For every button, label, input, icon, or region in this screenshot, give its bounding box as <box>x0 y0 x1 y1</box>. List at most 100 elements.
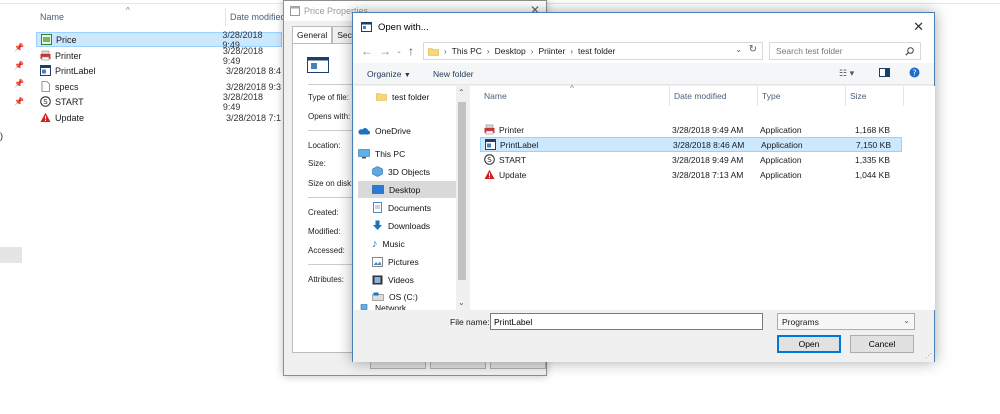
breadcrumb-test-folder[interactable]: test folder <box>578 46 615 56</box>
scroll-down-icon[interactable]: ⌄ <box>458 298 465 307</box>
printer-app-icon <box>40 50 51 61</box>
breadcrumb-desktop[interactable]: Desktop <box>495 46 526 56</box>
videos-icon <box>372 275 383 284</box>
update-warning-icon <box>40 112 51 122</box>
bg-file-name: Printer <box>55 50 82 61</box>
price-app-icon <box>41 34 52 45</box>
cancel-button[interactable]: Cancel <box>850 335 914 353</box>
command-toolbar: Organize ▼ New folder ☷ ▾ ? <box>353 63 934 85</box>
column-header-type[interactable]: Type <box>758 86 846 106</box>
up-arrow-icon[interactable]: ↑ <box>408 44 414 58</box>
printlabel-app-icon <box>485 139 496 150</box>
left-nav-selected[interactable] <box>0 247 22 263</box>
recent-locations-chevron-icon[interactable]: ⌄ <box>396 47 402 55</box>
search-icon <box>905 47 914 56</box>
scrollbar-thumb[interactable] <box>458 102 466 280</box>
breadcrumb-priinter[interactable]: Priinter <box>538 46 565 56</box>
preview-pane-icon[interactable] <box>879 68 890 77</box>
file-name-input[interactable] <box>490 313 763 330</box>
navigation-bar: ← → ⌄ ↑ › This PC › Desktop › Priinter ›… <box>353 41 934 63</box>
left-edge-glyph: ) <box>0 131 3 141</box>
created-label: Created: <box>308 208 339 217</box>
bg-file-row[interactable]: Printer 3/28/2018 9:49 <box>36 46 282 66</box>
file-row[interactable]: Update 3/28/2018 7:13 AM Application 1,0… <box>480 167 902 182</box>
forward-arrow-icon[interactable]: → <box>379 44 391 58</box>
breadcrumb-separator-icon: › <box>444 46 447 56</box>
search-input[interactable]: Search test folder <box>769 42 921 60</box>
tree-label: This PC <box>375 148 406 159</box>
scroll-up-icon[interactable]: ⌃ <box>458 88 465 97</box>
onedrive-icon <box>358 127 370 134</box>
file-date: 3/28/2018 9:49 AM <box>672 124 744 135</box>
bg-file-row[interactable]: PrintLabel 3/28/2018 8:4 <box>36 63 282 78</box>
column-header-date[interactable]: Date modified <box>670 86 758 106</box>
view-options-icon[interactable]: ☷ ▾ <box>839 68 854 79</box>
bg-file-date: 3/28/2018 9:3 <box>226 81 282 92</box>
bg-file-row[interactable]: Update 3/28/2018 7:1 <box>36 110 282 125</box>
dialog-titlebar[interactable]: Open with... <box>353 13 934 41</box>
back-arrow-icon[interactable]: ← <box>361 44 373 58</box>
navigation-pane: test folder OneDrive This PC 3D Objects … <box>354 86 468 312</box>
tree-item-desktop[interactable]: Desktop <box>358 181 456 198</box>
chevron-down-icon: ▼ <box>403 72 411 79</box>
column-divider <box>225 8 226 26</box>
tree-label: OS (C:) <box>389 291 418 302</box>
desktop-icon <box>372 184 384 194</box>
resize-grip-icon[interactable]: ⋰ <box>925 352 932 360</box>
file-date: 3/28/2018 7:13 AM <box>672 169 744 180</box>
pin-icon[interactable]: 📌 <box>14 61 24 70</box>
downloads-icon <box>373 220 382 230</box>
address-bar[interactable]: › This PC › Desktop › Priinter › test fo… <box>423 42 763 60</box>
breadcrumb-this-pc[interactable]: This PC <box>452 46 482 56</box>
bg-column-date[interactable]: Date modified <box>230 12 286 22</box>
file-row[interactable]: S START 3/28/2018 9:49 AM Application 1,… <box>480 152 902 167</box>
file-row-selected[interactable]: PrintLabel 3/28/2018 8:46 AM Application… <box>480 137 902 152</box>
file-name: START <box>499 154 527 165</box>
size-on-disk-label: Size on disk: <box>308 179 354 188</box>
column-header-name[interactable]: Name <box>480 86 670 106</box>
bg-file-date: 3/28/2018 8:4 <box>226 65 282 76</box>
pin-icon[interactable]: 📌 <box>14 97 24 106</box>
printlabel-app-icon <box>40 65 51 76</box>
new-folder-button[interactable]: New folder <box>433 69 474 79</box>
nav-pane-scrollbar[interactable]: ⌃ ⌄ <box>456 86 468 310</box>
file-row[interactable]: Printer 3/28/2018 9:49 AM Application 1,… <box>480 122 902 137</box>
location-label: Location: <box>308 141 341 150</box>
folder-icon <box>428 47 439 56</box>
svg-text:S: S <box>43 98 48 106</box>
address-dropdown-icon[interactable]: ⌄ <box>735 45 742 54</box>
file-list-pane: Name ^ Date modified Type Size Printer 3… <box>470 84 935 310</box>
tree-label: Videos <box>388 274 414 285</box>
bg-column-name[interactable]: Name <box>40 12 64 22</box>
column-header-size[interactable]: Size <box>846 86 904 106</box>
file-date: 3/28/2018 8:46 AM <box>673 139 745 150</box>
refresh-icon[interactable]: ↻ <box>749 44 757 55</box>
bg-file-row[interactable]: S START 3/28/2018 9:49 <box>36 92 282 112</box>
tab-general[interactable]: General <box>292 26 333 43</box>
search-placeholder: Search test folder <box>776 46 843 56</box>
pin-icon[interactable]: 📌 <box>14 79 24 88</box>
tree-label: 3D Objects <box>388 166 431 177</box>
help-icon[interactable]: ? <box>909 67 920 78</box>
type-of-file-label: Type of file: <box>308 93 349 102</box>
update-warning-icon <box>484 169 495 179</box>
tree-item-this-pc[interactable]: This PC <box>358 145 458 162</box>
open-with-dialog: Open with... ✕ ← → ⌄ ↑ › This PC › Deskt… <box>352 12 935 362</box>
file-size: 1,335 KB <box>855 154 890 165</box>
tree-label: OneDrive <box>375 125 411 136</box>
tree-label: Desktop <box>389 184 421 195</box>
close-icon[interactable]: ✕ <box>913 19 924 35</box>
folder-icon <box>376 93 387 101</box>
accessed-label: Accessed: <box>308 246 345 255</box>
dialog-title: Open with... <box>378 21 429 33</box>
tree-item-onedrive[interactable]: OneDrive <box>358 122 458 139</box>
file-type-value: Programs <box>782 316 819 327</box>
size-label: Size: <box>308 159 326 168</box>
pin-icon[interactable]: 📌 <box>14 43 24 52</box>
tree-label: Downloads <box>388 220 431 231</box>
file-type-select[interactable]: Programs ⌄ <box>777 313 915 330</box>
drive-icon <box>372 292 384 301</box>
open-button[interactable]: Open <box>777 335 841 353</box>
file-name: Update <box>499 169 527 180</box>
organize-button[interactable]: Organize ▼ <box>367 69 411 79</box>
